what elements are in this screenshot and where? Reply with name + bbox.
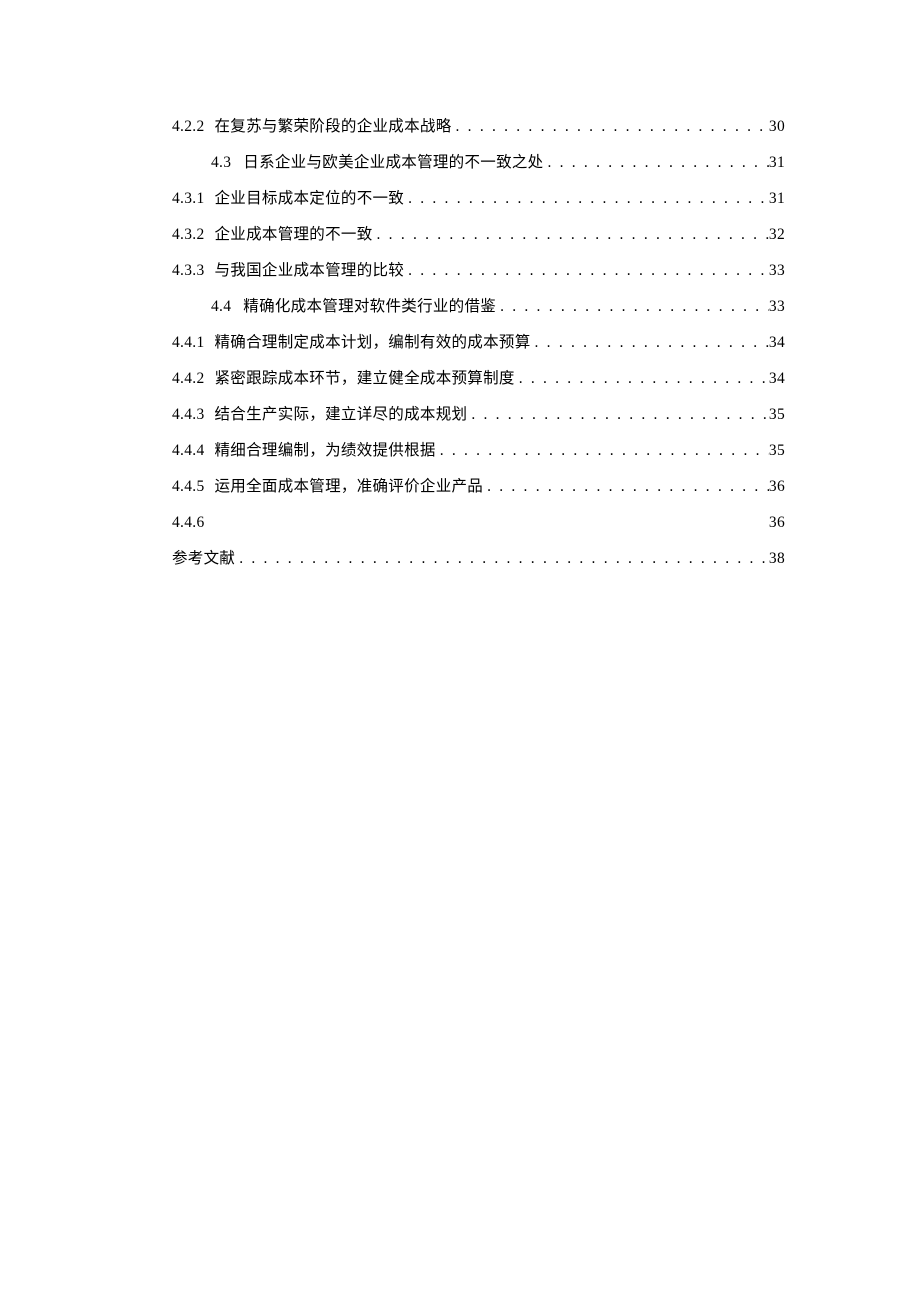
toc-leader-dots <box>452 115 769 140</box>
toc-entry-page: 30 <box>769 115 785 140</box>
toc-leader-dots <box>436 439 769 464</box>
toc-entry-title: 精确合理制定成本计划，编制有效的成本预算 <box>215 331 531 356</box>
toc-entry-title: 精确化成本管理对软件类行业的借鉴 <box>243 295 496 320</box>
toc-entry-number: 4.4.6 <box>172 511 205 536</box>
toc-entry: 4.4.2 紧密跟踪成本环节，建立健全成本预算制度 34 <box>172 367 785 392</box>
toc-entry-title: 企业成本管理的不一致 <box>215 223 373 248</box>
toc-entry: 4.3.1 企业目标成本定位的不一致 31 <box>172 187 785 212</box>
toc-entry-number: 4.4.5 <box>172 475 205 500</box>
toc-entry-title: 与我国企业成本管理的比较 <box>215 259 405 284</box>
toc-entry-title: 紧密跟踪成本环节，建立健全成本预算制度 <box>215 367 515 392</box>
toc-entry-page: 35 <box>769 439 785 464</box>
toc-entry-number: 4.4.1 <box>172 331 205 356</box>
toc-entry-number: 4.3.2 <box>172 223 205 248</box>
toc-entry-title: 运用全面成本管理，准确评价企业产品 <box>215 475 484 500</box>
toc-leader-dots <box>496 295 769 320</box>
toc-entry: 4.3 日系企业与欧美企业成本管理的不一致之处 31 <box>172 151 785 176</box>
toc-leader-dots <box>543 151 768 176</box>
toc-entry: 4.4.5 运用全面成本管理，准确评价企业产品 36 <box>172 475 785 500</box>
toc-entry-number: 4.2.2 <box>172 115 205 140</box>
toc-entry-title: 日系企业与欧美企业成本管理的不一致之处 <box>243 151 543 176</box>
table-of-contents: 4.2.2 在复苏与繁荣阶段的企业成本战略 30 4.3 日系企业与欧美企业成本管理的不… <box>172 115 785 572</box>
toc-entry-number: 4.3.3 <box>172 259 205 284</box>
toc-entry: 4.4.4 精细合理编制，为绩效提供根据 35 <box>172 439 785 464</box>
toc-entry: 4.4.3 结合生产实际，建立详尽的成本规划 35 <box>172 403 785 428</box>
toc-entry: 参考文献 38 <box>172 547 785 572</box>
toc-leader-dots <box>373 223 769 248</box>
toc-entry-page: 34 <box>769 331 785 356</box>
toc-entry-title: 在复苏与繁荣阶段的企业成本战略 <box>215 115 452 140</box>
toc-entry-page: 31 <box>769 187 785 212</box>
toc-entry-number: 4.4 <box>211 295 231 320</box>
toc-leader-dots <box>531 331 769 356</box>
toc-leader-dots <box>235 547 769 572</box>
toc-leader-dots <box>515 367 769 392</box>
toc-leader-dots <box>483 475 769 500</box>
toc-entry-number: 4.4.4 <box>172 439 205 464</box>
toc-entry-number: 4.3 <box>211 151 231 176</box>
toc-entry: 4.4.6 36 <box>172 511 785 536</box>
toc-entry: 4.4.1 精确合理制定成本计划，编制有效的成本预算 34 <box>172 331 785 356</box>
toc-entry-page: 34 <box>769 367 785 392</box>
toc-entry-number: 4.3.1 <box>172 187 205 212</box>
toc-entry-page: 38 <box>769 547 785 572</box>
toc-entry-page: 33 <box>769 259 785 284</box>
toc-entry-page: 33 <box>769 295 785 320</box>
toc-entry-page: 32 <box>769 223 785 248</box>
toc-entry: 4.2.2 在复苏与繁荣阶段的企业成本战略 30 <box>172 115 785 140</box>
toc-entry-number: 4.4.3 <box>172 403 205 428</box>
toc-leader-dots <box>467 403 769 428</box>
toc-entry-number: 4.4.2 <box>172 367 205 392</box>
toc-entry-title: 精细合理编制，为绩效提供根据 <box>215 439 436 464</box>
toc-entry-page: 31 <box>769 151 785 176</box>
toc-entry-page: 36 <box>769 475 785 500</box>
toc-entry-title: 结合生产实际，建立详尽的成本规划 <box>215 403 468 428</box>
toc-entry-page: 36 <box>769 511 785 536</box>
toc-entry-title: 企业目标成本定位的不一致 <box>215 187 405 212</box>
toc-leader-dots <box>404 187 769 212</box>
toc-entry: 4.3.3 与我国企业成本管理的比较 33 <box>172 259 785 284</box>
toc-entry-title: 参考文献 <box>172 547 235 572</box>
toc-entry: 4.3.2 企业成本管理的不一致 32 <box>172 223 785 248</box>
toc-entry: 4.4 精确化成本管理对软件类行业的借鉴 33 <box>172 295 785 320</box>
toc-entry-page: 35 <box>769 403 785 428</box>
toc-leader-dots <box>404 259 769 284</box>
